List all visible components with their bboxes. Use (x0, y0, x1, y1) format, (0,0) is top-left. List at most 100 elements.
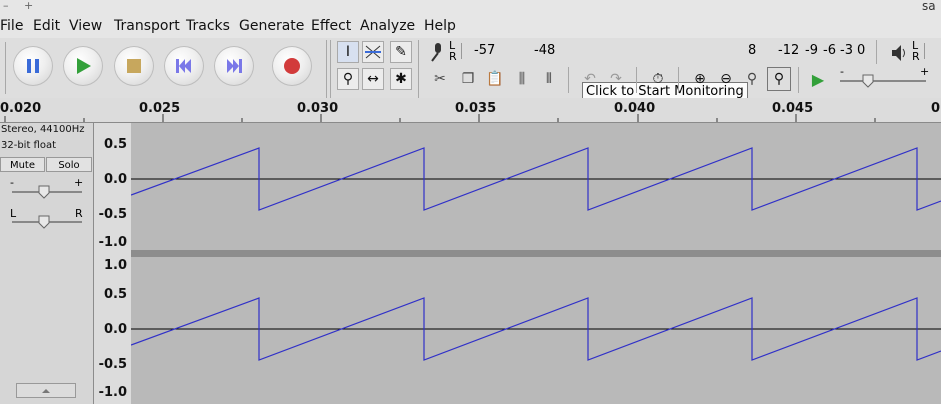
meter-tick: -6 (823, 43, 836, 58)
zoom-tool[interactable]: ⚲ (337, 68, 359, 90)
time-shift-tool[interactable]: ↔ (362, 68, 384, 90)
speaker-icon (892, 45, 905, 61)
toolbar-separator (326, 40, 327, 98)
skip-start-button[interactable] (164, 46, 204, 86)
menu-edit[interactable]: Edit (33, 18, 60, 34)
zoom-in-button[interactable]: ⊕ (688, 67, 712, 91)
amplitude-label: 0.0 (103, 322, 127, 337)
skip-end-icon (227, 59, 242, 73)
play-icon (77, 58, 91, 74)
menu-bar: File Edit View Transport Tracks Generate… (0, 14, 941, 39)
redo-button[interactable]: ↷ (604, 67, 628, 91)
zoom-in-icon: ⊕ (694, 71, 706, 87)
timeline-ruler[interactable]: 0.020 0.025 0.030 0.035 0.040 0.045 0 (0, 98, 941, 123)
menu-generate[interactable]: Generate (239, 18, 304, 34)
asterisk-icon: ✱ (395, 71, 407, 87)
track-control-panel: Stereo, 44100Hz 32-bit float Mute Solo -… (0, 123, 94, 404)
fit-selection-icon: ⚲ (746, 71, 758, 87)
menu-transport[interactable]: Transport (114, 18, 180, 34)
menu-analyze[interactable]: Analyze (360, 18, 415, 34)
amplitude-label: -0.5 (98, 357, 127, 372)
play-speed-slider[interactable]: - + (838, 65, 929, 91)
gain-slider-thumb[interactable] (38, 185, 50, 199)
amplitude-ruler[interactable]: 0.5 0.0 -0.5 -1.0 1.0 0.5 0.0 -0.5 -1.0 (94, 123, 132, 404)
meter-scale-right: 8 -12 -9 -6 -3 0 (742, 43, 870, 59)
zoom-out-button[interactable]: ⊖ (714, 67, 738, 91)
silence-button[interactable]: ⫴ (537, 67, 561, 91)
play-at-speed-button[interactable]: ▶ (806, 67, 830, 91)
amplitude-label: 0.5 (103, 137, 127, 152)
pan-slider-thumb[interactable] (38, 215, 50, 229)
skip-end-button[interactable] (214, 46, 254, 86)
menu-effect[interactable]: Effect (311, 18, 351, 34)
collapse-up-icon (42, 389, 50, 393)
toolbar-separator (678, 67, 679, 93)
toolbar-separator (418, 40, 419, 98)
slider-thumb[interactable] (862, 74, 874, 88)
maximize-control[interactable]: + (24, 0, 33, 12)
collapse-track-button[interactable] (16, 383, 76, 398)
meter-tick: 0 (857, 43, 866, 58)
pencil-icon: ✎ (395, 44, 407, 60)
undo-icon: ↶ (584, 71, 596, 87)
channel-right-background (131, 257, 941, 404)
play-icon: ▶ (811, 69, 825, 89)
magnifier-icon: ⚲ (342, 71, 354, 87)
amplitude-label: -1.0 (98, 385, 127, 400)
undo-button[interactable]: ↶ (578, 67, 602, 91)
paste-button[interactable]: 📋 (483, 67, 507, 91)
solo-button[interactable]: Solo (46, 157, 92, 172)
trim-audio-icon: ⫼ (518, 71, 526, 87)
cut-button[interactable]: ✂ (428, 67, 452, 91)
meter-tick: -12 (778, 43, 800, 58)
play-button[interactable] (63, 46, 103, 86)
meter-tick: -3 (840, 43, 853, 58)
toolbar-separator (636, 67, 637, 93)
fit-selection-button[interactable]: ⚲ (740, 67, 764, 91)
minimize-control[interactable]: – (3, 0, 9, 12)
record-meter-tick: -48 (534, 43, 556, 58)
menu-view[interactable]: View (69, 18, 102, 34)
copy-button[interactable]: ❐ (456, 67, 480, 91)
selection-tool[interactable]: I (337, 41, 359, 63)
multi-tool[interactable]: ✱ (390, 68, 412, 90)
slider-plus-label: + (920, 65, 930, 78)
waveform-display[interactable] (131, 123, 941, 404)
menu-file[interactable]: File (0, 18, 23, 34)
slider-track (840, 80, 926, 82)
channel-divider (131, 250, 941, 257)
skip-start-icon (176, 59, 191, 73)
record-meter-scale: -57 -48 (461, 43, 584, 59)
amplitude-label: -1.0 (98, 235, 127, 250)
record-icon (284, 58, 300, 74)
pause-button[interactable] (13, 46, 53, 86)
toolbar-separator (330, 40, 331, 98)
trim-button[interactable]: ⫼ (510, 67, 534, 91)
playback-meter[interactable] (924, 43, 941, 59)
stop-button[interactable] (114, 46, 154, 86)
window-title: sa (922, 0, 936, 13)
menu-help[interactable]: Help (424, 18, 456, 34)
fit-project-button[interactable]: ⚲ (767, 67, 791, 91)
toolbar-grip[interactable] (5, 42, 6, 94)
meter-tick: 8 (748, 43, 757, 58)
gain-minus-label: - (10, 176, 14, 189)
channel-left-background (131, 123, 941, 250)
envelope-icon (365, 45, 381, 59)
sync-lock-button[interactable]: ⏱ (646, 67, 670, 91)
draw-tool[interactable]: ✎ (390, 41, 412, 63)
record-meter[interactable]: L R -57 -48 (428, 39, 584, 63)
stopwatch-icon: ⏱ (652, 71, 664, 87)
slider-minus-label: - (840, 65, 844, 78)
playback-meter-right-label: R (912, 50, 920, 63)
record-button[interactable] (272, 46, 312, 86)
pan-left-label: L (10, 207, 17, 220)
fit-project-icon: ⚲ (773, 71, 785, 87)
mute-button[interactable]: Mute (0, 157, 45, 172)
envelope-tool[interactable] (362, 41, 384, 63)
i-beam-icon: I (345, 44, 351, 60)
record-meter-tick: -57 (474, 43, 496, 58)
amplitude-label: -0.5 (98, 207, 127, 222)
scissors-icon: ✂ (434, 71, 446, 87)
menu-tracks[interactable]: Tracks (186, 18, 230, 34)
